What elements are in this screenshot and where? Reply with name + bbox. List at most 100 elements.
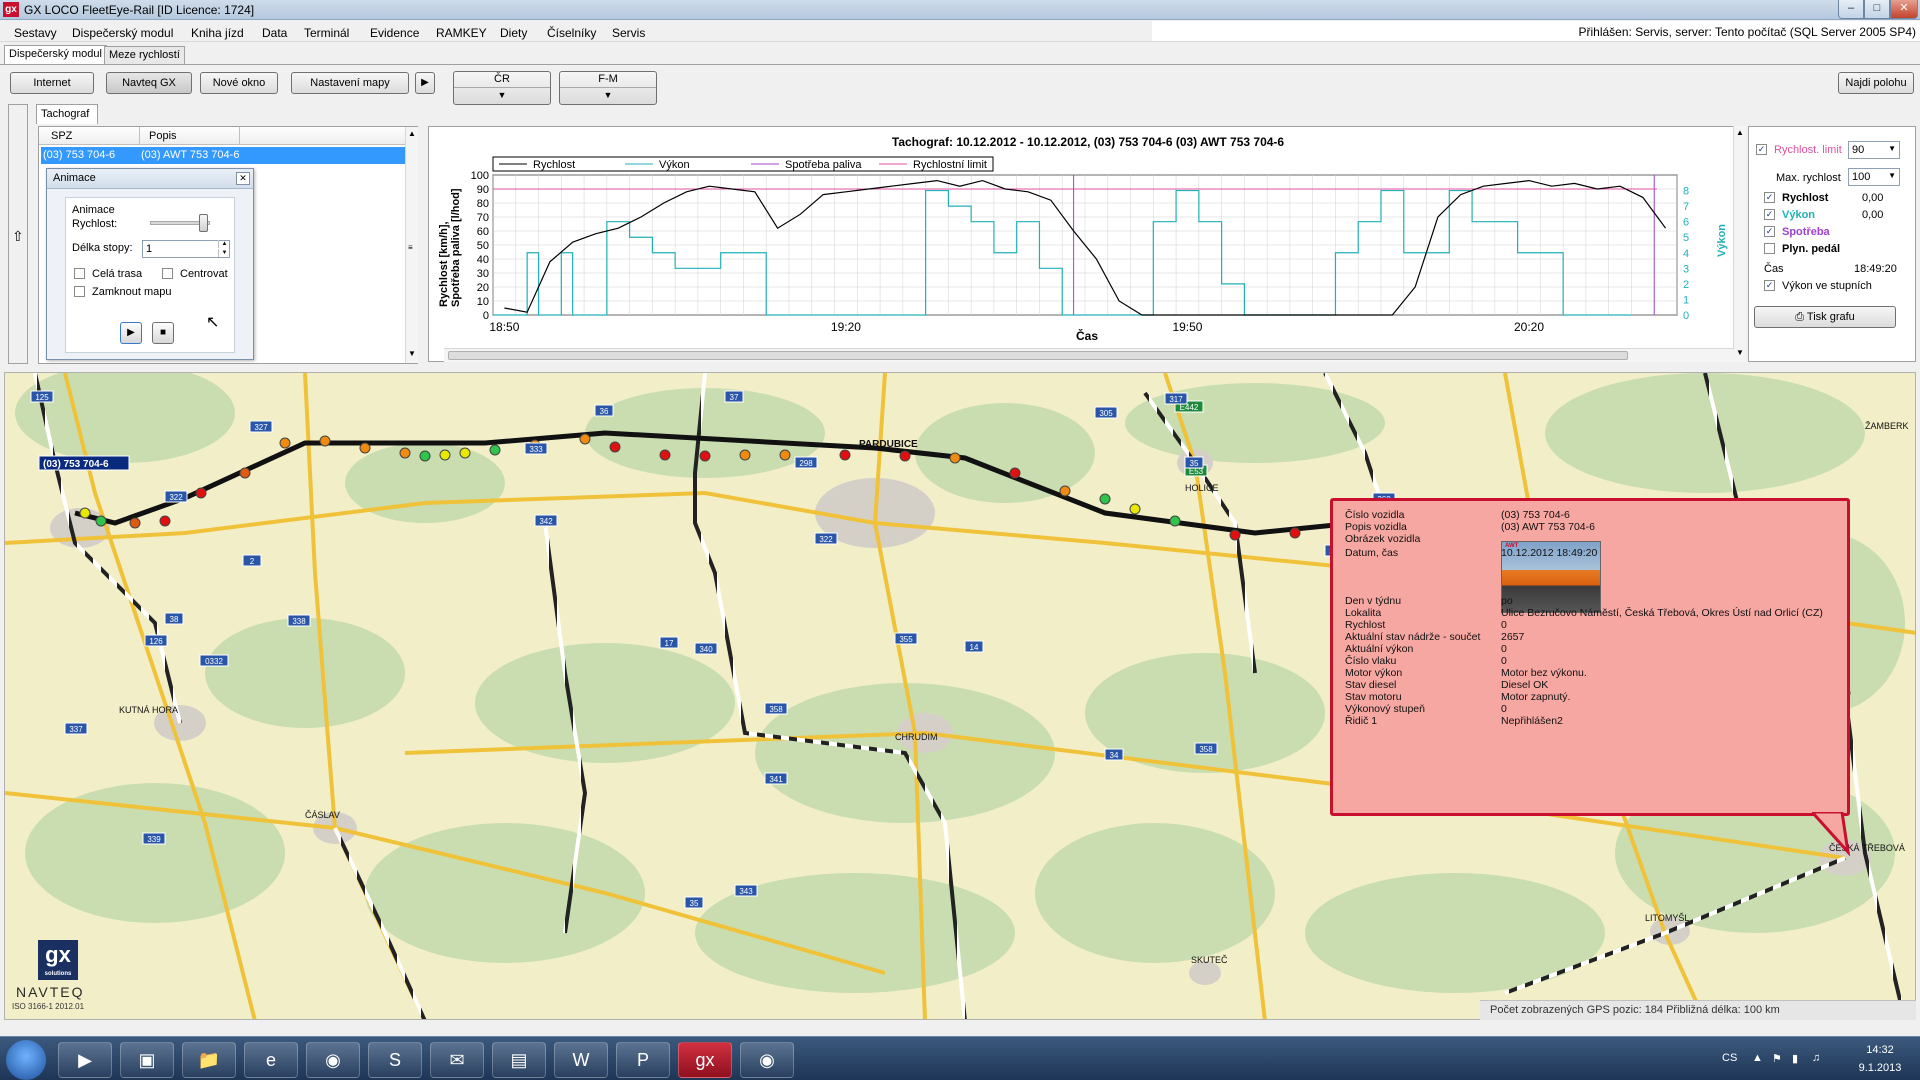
column-spz[interactable]: SPZ [51, 130, 72, 142]
tray-network-icon[interactable]: ▮ [1792, 1052, 1798, 1065]
menu-sestavy[interactable]: Sestavy [14, 26, 57, 40]
spin-down-icon[interactable]: ▼ [218, 249, 230, 257]
tab-tachograf[interactable]: Tachograf [36, 104, 98, 124]
popup-value: Nepřihlášen2 [1501, 715, 1563, 727]
road-shield-label: 305 [1099, 409, 1113, 418]
collapse-up-icon[interactable]: ⇧ [12, 228, 24, 245]
speed-limit-select[interactable]: 90 ▼ [1848, 141, 1900, 159]
speed-slider-thumb[interactable] [199, 214, 208, 232]
tray-chevron-icon[interactable]: ▲ [1752, 1052, 1763, 1064]
spotreba-checkbox[interactable]: ✓ [1764, 226, 1775, 237]
scroll-up-icon[interactable]: ▲ [1736, 128, 1744, 137]
menu-data[interactable]: Data [262, 26, 287, 40]
spin-up-icon[interactable]: ▲ [218, 240, 230, 248]
tray-volume-icon[interactable]: ♫ [1812, 1052, 1820, 1064]
road-shield-label: 358 [769, 705, 783, 714]
find-position-button[interactable]: Najdi polohu [1838, 72, 1914, 94]
scroll-down-icon[interactable]: ▼ [1736, 348, 1744, 357]
tab-dispecersky-modul[interactable]: Dispečerský modul [4, 45, 107, 65]
lock-map-label: Zamknout mapu [92, 286, 172, 298]
map-settings-button[interactable]: Nastavení mapy [291, 72, 409, 94]
tray-flag-icon[interactable]: ⚑ [1772, 1052, 1782, 1065]
plyn-pedal-checkbox[interactable] [1764, 243, 1775, 254]
print-chart-label: Tisk grafu [1806, 311, 1855, 323]
menu-servis[interactable]: Servis [612, 26, 645, 40]
center-checkbox[interactable] [162, 268, 173, 279]
menu-ramkey[interactable]: RAMKEY [436, 26, 487, 40]
table-row[interactable]: (03) 753 704-6 (03) AWT 753 704-6 [41, 147, 405, 164]
media-player-icon[interactable]: ▶ [58, 1042, 112, 1078]
play-icon: ▶ [127, 327, 135, 338]
column-popis[interactable]: Popis [149, 130, 177, 142]
menu-diety[interactable]: Diety [500, 26, 527, 40]
play-arrow-button[interactable]: ▶ [415, 72, 435, 94]
y2-tick-label: 1 [1683, 294, 1689, 306]
vehicle-list-scrollbar[interactable]: ▲ ▼ ≡ [405, 127, 418, 363]
menu-dispecersky-modul[interactable]: Dispečerský modul [72, 26, 173, 40]
new-window-button[interactable]: Nové okno [200, 72, 278, 94]
gx-icon: gx [3, 2, 19, 17]
y2-tick-label: 6 [1683, 217, 1689, 229]
internet-button[interactable]: Internet [10, 72, 94, 94]
trail-length-input[interactable]: 1 [142, 240, 230, 258]
road-shield-label: 338 [292, 617, 306, 626]
close-icon[interactable]: ✕ [236, 172, 250, 185]
vykon-stupne-checkbox[interactable]: ✓ [1764, 280, 1775, 291]
menu-terminal[interactable]: Terminál [304, 26, 349, 40]
vykon-label: Výkon [1782, 209, 1816, 221]
stop-button[interactable]: ■ [152, 322, 174, 344]
gx-logo-sub: solutions [44, 971, 72, 977]
rychlost-checkbox[interactable]: ✓ [1764, 192, 1775, 203]
app-icon[interactable]: ▣ [120, 1042, 174, 1078]
tray-date[interactable]: 9.1.2013 [1850, 1062, 1910, 1074]
gx-taskbar-icon[interactable]: gx [678, 1042, 732, 1078]
chrome-icon[interactable]: ◉ [306, 1042, 360, 1078]
scroll-down-icon[interactable]: ▼ [408, 349, 416, 358]
scroll-up-icon[interactable]: ▲ [408, 129, 416, 138]
whole-route-checkbox[interactable] [74, 268, 85, 279]
skype-icon[interactable]: S [368, 1042, 422, 1078]
close-button[interactable]: ✕ [1890, 0, 1918, 19]
chart-hscroll-thumb[interactable] [448, 351, 1628, 360]
y2-axis-label: Výkon [1716, 224, 1728, 257]
save-icon[interactable]: ▤ [492, 1042, 546, 1078]
speed-limit-checkbox[interactable]: ✓ [1756, 144, 1767, 155]
menu-kniha-jizd[interactable]: Kniha jízd [191, 26, 244, 40]
navteq-button[interactable]: Navteq GX [106, 72, 192, 94]
menu-ciselniky[interactable]: Číselníky [547, 26, 596, 40]
ie-icon[interactable]: e [244, 1042, 298, 1078]
camera-icon[interactable]: ◉ [740, 1042, 794, 1078]
gx-solutions-logo: gx solutions [38, 940, 78, 980]
chart-vertical-scrollbar[interactable]: ▲ ▼ [1733, 126, 1746, 362]
mail-icon[interactable]: ✉ [430, 1042, 484, 1078]
minimize-button[interactable]: – [1838, 0, 1864, 19]
tray-language[interactable]: CS [1722, 1052, 1737, 1064]
chart-horizontal-scrollbar[interactable] [444, 348, 1734, 362]
vykon-checkbox[interactable]: ✓ [1764, 209, 1775, 220]
tray-time[interactable]: 14:32 [1850, 1044, 1910, 1056]
chevron-down-icon: ▼ [603, 90, 613, 100]
combo-fm[interactable]: F-M ▼ [559, 71, 657, 105]
tab-meze-rychlosti[interactable]: Meze rychlostí [104, 46, 185, 64]
print-chart-button[interactable]: ⎙ Tisk grafu [1754, 306, 1896, 328]
road-shield-label: 35 [690, 899, 699, 908]
play-button[interactable]: ▶ [120, 322, 142, 344]
popup-label: Číslo vozidla [1345, 509, 1405, 521]
city-chrudim: CHRUDIM [895, 732, 938, 742]
lock-map-checkbox[interactable] [74, 286, 85, 297]
navteq-logo: NAVTEQ [16, 984, 85, 1000]
city-caslav: ČÁSLAV [305, 810, 340, 820]
powerpoint-icon[interactable]: P [616, 1042, 670, 1078]
menu-evidence[interactable]: Evidence [370, 26, 419, 40]
folder-icon[interactable]: 📁 [182, 1042, 236, 1078]
combo-cr[interactable]: ČR ▼ [453, 71, 551, 105]
y2-tick-label: 0 [1683, 310, 1689, 322]
road-shield-label: 298 [799, 459, 813, 468]
y-tick-label: 70 [477, 212, 489, 224]
start-orb[interactable] [6, 1040, 46, 1080]
y2-tick-label: 5 [1683, 232, 1689, 244]
max-speed-select[interactable]: 100 ▼ [1848, 168, 1900, 186]
maximize-button[interactable]: □ [1864, 0, 1890, 19]
word-icon[interactable]: W [554, 1042, 608, 1078]
road-shield-label: 322 [819, 535, 833, 544]
